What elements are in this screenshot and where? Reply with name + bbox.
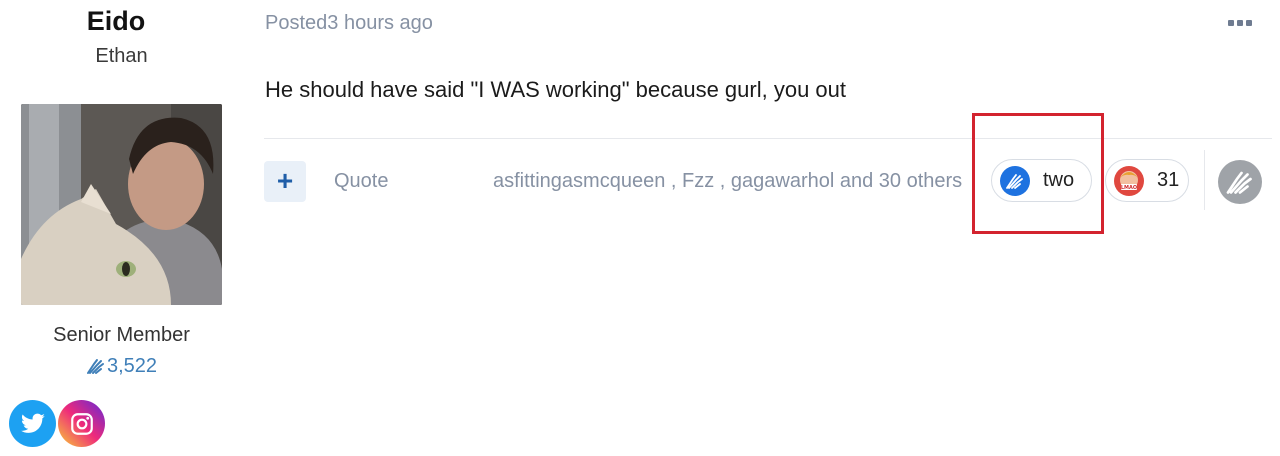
lmao-reaction-icon: LMAO [1114,165,1144,196]
reputation-icon [86,359,104,374]
reputation: 3,522 [0,355,243,378]
vertical-divider [1204,150,1205,210]
add-reaction-icon[interactable] [1218,160,1262,204]
avatar-image [21,104,222,305]
ellipsis-icon[interactable] [1228,16,1256,30]
post-timestamp[interactable]: Posted3 hours ago [265,12,433,35]
avatar[interactable] [21,104,222,305]
author-panel: Eido Ethan Senior Member 3,522 [0,0,244,456]
author-subtitle: Ethan [95,45,148,67]
reputation-count: 3,522 [106,355,158,377]
post-body: He should have said "I WAS working" beca… [265,77,847,102]
reaction-lmao-button[interactable]: LMAO 31 [1105,159,1189,202]
instagram-icon[interactable] [58,400,105,447]
author-name[interactable]: Eido [0,6,232,37]
quote-button[interactable]: Quote [334,170,388,193]
member-rank: Senior Member [53,324,190,346]
divider [264,138,1272,139]
reaction-count: 31 [1157,169,1180,191]
reactors-list[interactable]: asfittingasmcqueen , Fzz , gagawarhol an… [493,170,962,193]
twitter-icon[interactable] [9,400,56,447]
highlight-box [972,113,1104,234]
multiquote-button[interactable]: + [264,161,306,202]
svg-text:LMAO: LMAO [1121,185,1137,191]
